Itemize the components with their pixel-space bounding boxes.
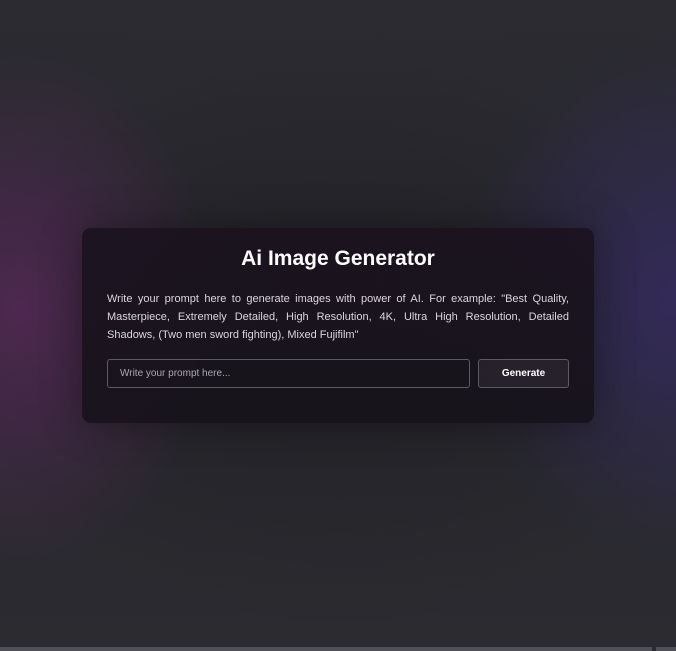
prompt-description: Write your prompt here to generate image… [107,293,569,341]
prompt-row: Generate [107,359,569,388]
prompt-input[interactable] [107,359,470,388]
page-title: Ai Image Generator [241,247,435,270]
bottom-scrollbar-track[interactable] [0,647,652,651]
generate-button[interactable]: Generate [478,359,569,388]
generator-card: Ai Image Generator Write your prompt her… [82,228,594,423]
bottom-scrollbar-corner [656,647,676,651]
